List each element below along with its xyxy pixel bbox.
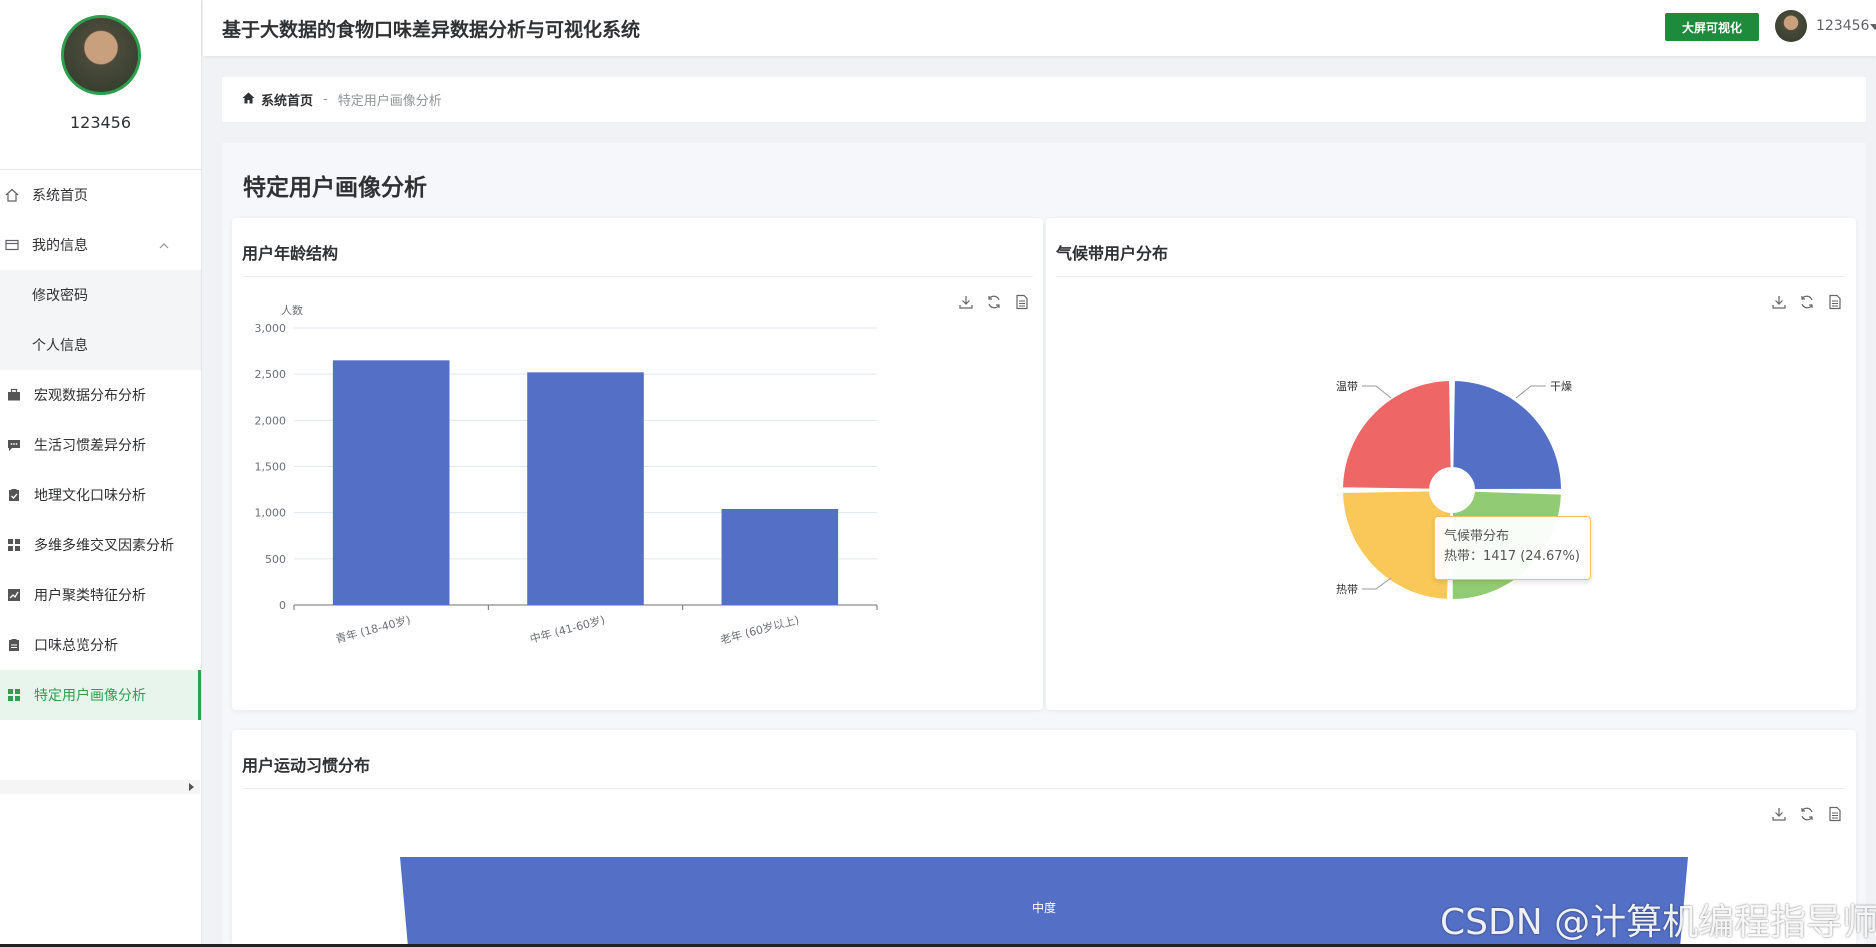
chevron-up-icon: [159, 238, 169, 252]
sidebar-item-label: 用户聚类特征分析: [34, 588, 146, 604]
avatar[interactable]: [60, 15, 141, 95]
x-tick-label: 老年 (60岁以上): [719, 612, 801, 647]
bar: [332, 360, 450, 605]
breadcrumb-home[interactable]: 系统首页: [242, 90, 313, 109]
sidebar-item-taste-overview[interactable]: 口味总览分析: [0, 620, 201, 670]
pie-slice: [1341, 379, 1453, 491]
sidebar-item-label: 宏观数据分布分析: [34, 388, 146, 404]
grid-icon: [6, 537, 22, 553]
profile-panel: 123456: [0, 15, 201, 170]
sidebar-item-home[interactable]: 系统首页: [0, 170, 201, 220]
climate-distribution-card: 气候带用户分布 干燥 温带 热带: [1046, 218, 1856, 710]
sidebar-item-user-portrait[interactable]: 特定用户画像分析: [0, 670, 201, 720]
x-tick-label: 青年 (18-40岁): [334, 612, 412, 645]
funnel-label: 中度: [1032, 900, 1056, 915]
tooltip-title: 气候带分布: [1444, 529, 1510, 544]
trend-icon: [6, 587, 22, 603]
home-icon: [4, 187, 20, 203]
sidebar-item-label: 多维多维交叉因素分析: [34, 538, 174, 554]
sidebar-item-label: 生活习惯差异分析: [34, 438, 146, 454]
home-icon: [242, 92, 255, 108]
main-content: 特定用户画像分析 用户年龄结构 0 500 1,000 1,500 2,000 2,500…: [222, 143, 1866, 947]
age-structure-card: 用户年龄结构 0 500 1,000 1,500 2,000 2,500 3,000 人数 青年…: [232, 218, 1043, 710]
sidebar-item-lifestyle-analysis[interactable]: 生活习惯差异分析: [0, 420, 201, 470]
header-username[interactable]: 123456: [1816, 18, 1869, 34]
y-tick-label: 500: [265, 553, 286, 566]
tooltip-value: 热带：1417 (24.67%): [1444, 549, 1580, 564]
sidebar-item-cross-factor-analysis[interactable]: 多维多维交叉因素分析: [0, 520, 201, 570]
bar: [527, 372, 644, 605]
id-card-icon: [4, 237, 20, 253]
y-tick-label: 3,000: [255, 322, 287, 335]
sidebar-menu: 系统首页 我的信息 修改密码 个人信息 宏观数据分布分析 生活习惯差异分析 地理…: [0, 170, 201, 720]
briefcase-icon: [6, 387, 22, 403]
sidebar-item-my-info[interactable]: 我的信息: [0, 220, 201, 270]
climate-pie-chart: 干燥 温带热带: [1336, 379, 1572, 602]
pie-label: 干燥: [1550, 380, 1572, 393]
submenu-my-info: 修改密码 个人信息: [0, 270, 201, 370]
breadcrumb: 系统首页 - 特定用户画像分析: [222, 77, 1866, 122]
scroll-right-icon[interactable]: [189, 783, 194, 791]
sidebar-scrollbar[interactable]: [0, 780, 200, 794]
label-line: [1515, 385, 1546, 399]
page-title: 特定用户画像分析: [243, 175, 427, 201]
sidebar-item-geo-culture-analysis[interactable]: 地理文化口味分析: [0, 470, 201, 520]
caret-down-icon[interactable]: [1870, 24, 1876, 30]
y-tick-label: 1,500: [255, 461, 287, 474]
breadcrumb-home-label: 系统首页: [261, 94, 314, 109]
sidebar-item-label: 系统首页: [32, 188, 88, 204]
clipboard-icon: [6, 637, 22, 653]
sidebar: 123456 系统首页 我的信息 修改密码 个人信息 宏观数据分布分析 生活习惯…: [0, 0, 202, 947]
bigscreen-button[interactable]: 大屏可视化: [1665, 13, 1759, 41]
breadcrumb-separator: -: [323, 92, 328, 107]
chart-tooltip: 气候带分布 热带：1417 (24.67%): [1434, 516, 1591, 580]
profile-name: 123456: [69, 113, 132, 132]
grid-icon: [6, 687, 22, 703]
x-tick-label: 中年 (41-60岁): [528, 612, 606, 645]
sidebar-item-label: 个人信息: [32, 338, 88, 354]
sidebar-item-label: 修改密码: [32, 288, 88, 304]
chat-icon: [6, 437, 22, 453]
label-line: [1362, 385, 1392, 399]
sidebar-item-personal-info[interactable]: 个人信息: [0, 320, 201, 370]
sidebar-item-cluster-analysis[interactable]: 用户聚类特征分析: [0, 570, 201, 620]
app-title: 基于大数据的食物口味差异数据分析与可视化系统: [222, 19, 641, 41]
sidebar-item-label: 特定用户画像分析: [34, 688, 146, 704]
y-tick-label: 2,000: [255, 414, 287, 427]
top-header: 基于大数据的食物口味差异数据分析与可视化系统 大屏可视化 123456: [203, 0, 1876, 56]
bar: [721, 508, 839, 605]
avatar[interactable]: [1775, 10, 1807, 42]
pie-slice: [1451, 379, 1563, 491]
sidebar-item-label: 我的信息: [32, 238, 88, 254]
age-bar-chart: 0 500 1,000 1,500 2,000 2,500 3,000 人数青年 (18-40…: [255, 304, 878, 647]
watermark: CSDN @计算机编程指导师: [1440, 902, 1876, 943]
sidebar-item-label: 地理文化口味分析: [34, 488, 146, 504]
pie-label: 热带: [1336, 583, 1358, 596]
clipboard-check-icon: [6, 487, 22, 503]
sidebar-item-macro-analysis[interactable]: 宏观数据分布分析: [0, 370, 201, 420]
y-tick-label: 0: [279, 599, 286, 612]
sidebar-item-label: 口味总览分析: [34, 638, 118, 654]
y-tick-label: 2,500: [255, 368, 287, 381]
breadcrumb-current: 特定用户画像分析: [337, 94, 442, 109]
pie-label: 温带: [1336, 380, 1358, 393]
sidebar-item-change-password[interactable]: 修改密码: [0, 270, 201, 320]
y-axis-label: 人数: [281, 304, 303, 317]
y-tick-label: 1,000: [255, 507, 287, 520]
